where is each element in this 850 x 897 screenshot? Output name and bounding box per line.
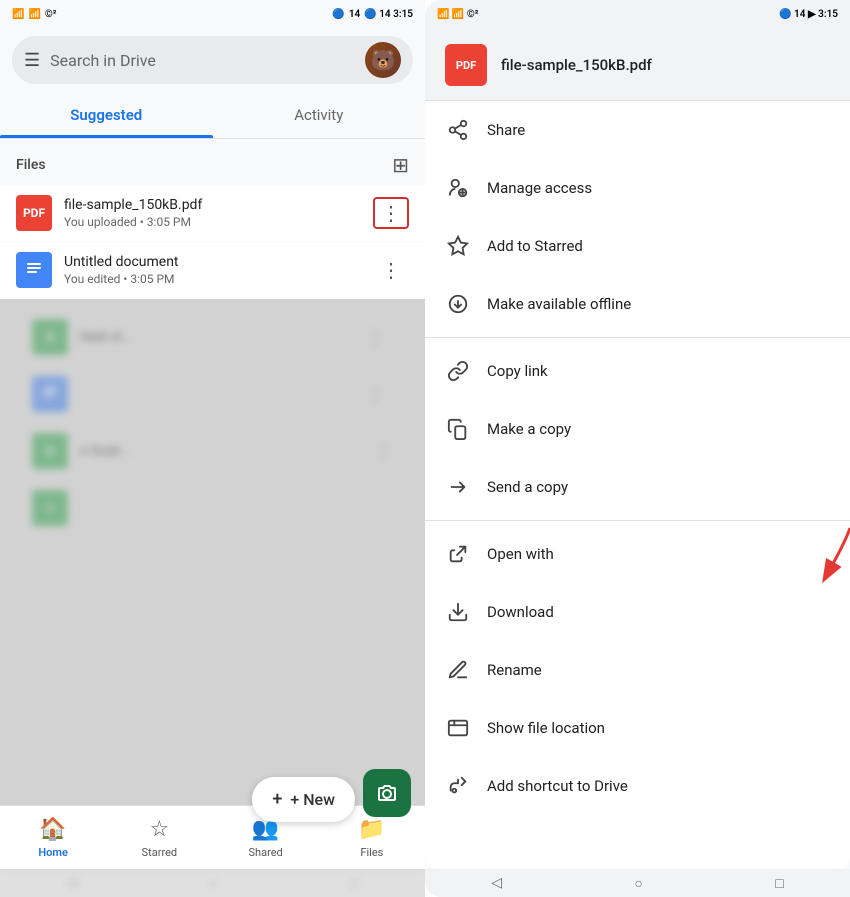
- system-nav-right: ◁ ○ □: [425, 869, 850, 897]
- copy-link-label: Copy link: [487, 362, 548, 380]
- offline-label: Make available offline: [487, 295, 631, 313]
- file-meta-doc: You edited • 3:05 PM: [64, 272, 373, 286]
- right-panel: 📶 📶 ©² 🔵 14 ▶ 3:15 PDF file-sample_150kB…: [425, 0, 850, 897]
- back-button-right[interactable]: ◁: [491, 875, 502, 891]
- pdf-icon: PDF: [16, 195, 52, 231]
- status-right-right: 🔵 14 ▶ 3:15: [779, 9, 838, 20]
- file-item-doc[interactable]: Untitled document You edited • 3:05 PM ⋮: [0, 242, 425, 298]
- bottom-nav: 🏠 Home ☆ Starred 👥 Shared 📁 Files: [0, 805, 425, 869]
- offline-icon: [445, 291, 471, 317]
- star-icon: ☆: [150, 817, 170, 842]
- more-options-pdf[interactable]: ⋮: [373, 197, 409, 229]
- camera-fab[interactable]: [363, 769, 411, 817]
- tabs-row: Suggested Activity: [0, 92, 425, 139]
- location-icon: [445, 715, 471, 741]
- doc-icon: [16, 252, 52, 288]
- file-meta-pdf: You uploaded • 3:05 PM: [64, 215, 373, 229]
- files-label: Files: [16, 157, 46, 173]
- avatar[interactable]: 🐻: [365, 42, 401, 78]
- rename-icon: [445, 657, 471, 683]
- divider-1: [425, 337, 850, 338]
- pdf-badge: PDF: [445, 44, 487, 86]
- left-panel: 📶 📶 ©² 🔵 14 🔵 14 3:15 ☰ Search in Drive …: [0, 0, 425, 897]
- send-icon: [445, 474, 471, 500]
- menu-item-show-location[interactable]: Show file location: [425, 699, 850, 757]
- nav-home[interactable]: 🏠 Home: [0, 806, 106, 869]
- share-icon: [445, 117, 471, 143]
- menu-item-shortcut[interactable]: Add shortcut to Drive: [425, 757, 850, 815]
- divider-2: [425, 520, 850, 521]
- grid-view-icon[interactable]: ⊞: [392, 153, 409, 177]
- show-location-label: Show file location: [487, 719, 605, 737]
- home-icon: 🏠: [39, 817, 66, 842]
- nav-shared-label: Shared: [249, 846, 283, 859]
- search-bar[interactable]: ☰ Search in Drive 🐻: [12, 36, 413, 84]
- manage-access-label: Manage access: [487, 179, 592, 197]
- file-info-pdf: file-sample_150kB.pdf You uploaded • 3:0…: [64, 197, 373, 229]
- status-bar-left: 📶 📶 ©² 🔵 14 🔵 14 3:15: [0, 0, 425, 28]
- link-icon: [445, 358, 471, 384]
- file-name-doc: Untitled document: [64, 254, 373, 270]
- nav-starred[interactable]: ☆ Starred: [106, 806, 212, 869]
- menu-item-send-copy[interactable]: Send a copy: [425, 458, 850, 516]
- search-input[interactable]: Search in Drive: [50, 51, 355, 70]
- more-options-doc[interactable]: ⋮: [373, 254, 409, 286]
- new-label: + New: [290, 790, 335, 809]
- files-nav-icon: 📁: [358, 817, 385, 842]
- star-menu-icon: [445, 233, 471, 259]
- nav-home-label: Home: [38, 846, 68, 859]
- send-copy-label: Send a copy: [487, 478, 568, 496]
- open-with-icon: [445, 541, 471, 567]
- open-with-label: Open with: [487, 545, 554, 563]
- rename-label: Rename: [487, 661, 542, 679]
- signal-icons-left: 📶 📶 ©²: [12, 9, 56, 20]
- menu-item-download[interactable]: Download: [425, 583, 850, 641]
- menu-item-share[interactable]: Share: [425, 101, 850, 159]
- recents-button-right[interactable]: □: [775, 875, 783, 892]
- nav-starred-label: Starred: [142, 846, 178, 859]
- shortcut-icon: [445, 773, 471, 799]
- menu-item-manage-access[interactable]: Manage access: [425, 159, 850, 217]
- starred-label: Add to Starred: [487, 237, 583, 255]
- manage-access-icon: [445, 175, 471, 201]
- nav-files-label: Files: [360, 846, 383, 859]
- tab-activity[interactable]: Activity: [213, 92, 426, 138]
- menu-item-rename[interactable]: Rename: [425, 641, 850, 699]
- menu-item-copy-link[interactable]: Copy link: [425, 342, 850, 400]
- new-fab[interactable]: + + New: [252, 777, 355, 822]
- copy-icon: [445, 416, 471, 442]
- download-icon: [445, 599, 471, 625]
- blur-section: X heet.xl... ⋮ ⋮ X: [0, 299, 425, 897]
- menu-filename: file-sample_150kB.pdf: [501, 56, 652, 74]
- files-header: Files ⊞: [0, 139, 425, 185]
- status-right-left: 🔵 14 🔵 14 3:15: [332, 9, 413, 20]
- share-label: Share: [487, 121, 525, 139]
- menu-item-open-with[interactable]: Open with: [425, 525, 850, 583]
- home-button-right[interactable]: ○: [634, 875, 642, 892]
- new-plus-icon: +: [272, 789, 282, 810]
- menu-item-offline[interactable]: Make available offline: [425, 275, 850, 333]
- signal-icons-right: 📶 📶 ©²: [437, 9, 478, 20]
- menu-list: Share Manage access Add to: [425, 101, 850, 869]
- hamburger-icon[interactable]: ☰: [24, 50, 40, 71]
- tab-suggested[interactable]: Suggested: [0, 92, 213, 138]
- menu-item-starred[interactable]: Add to Starred: [425, 217, 850, 275]
- make-copy-label: Make a copy: [487, 420, 571, 438]
- file-item-pdf[interactable]: PDF file-sample_150kB.pdf You uploaded •…: [0, 185, 425, 241]
- download-label: Download: [487, 603, 554, 621]
- file-info-doc: Untitled document You edited • 3:05 PM: [64, 254, 373, 286]
- file-name-pdf: file-sample_150kB.pdf: [64, 197, 373, 213]
- menu-header: PDF file-sample_150kB.pdf: [425, 28, 850, 101]
- status-bar-right: 📶 📶 ©² 🔵 14 ▶ 3:15: [425, 0, 850, 28]
- shortcut-label: Add shortcut to Drive: [487, 777, 628, 795]
- menu-item-make-copy[interactable]: Make a copy: [425, 400, 850, 458]
